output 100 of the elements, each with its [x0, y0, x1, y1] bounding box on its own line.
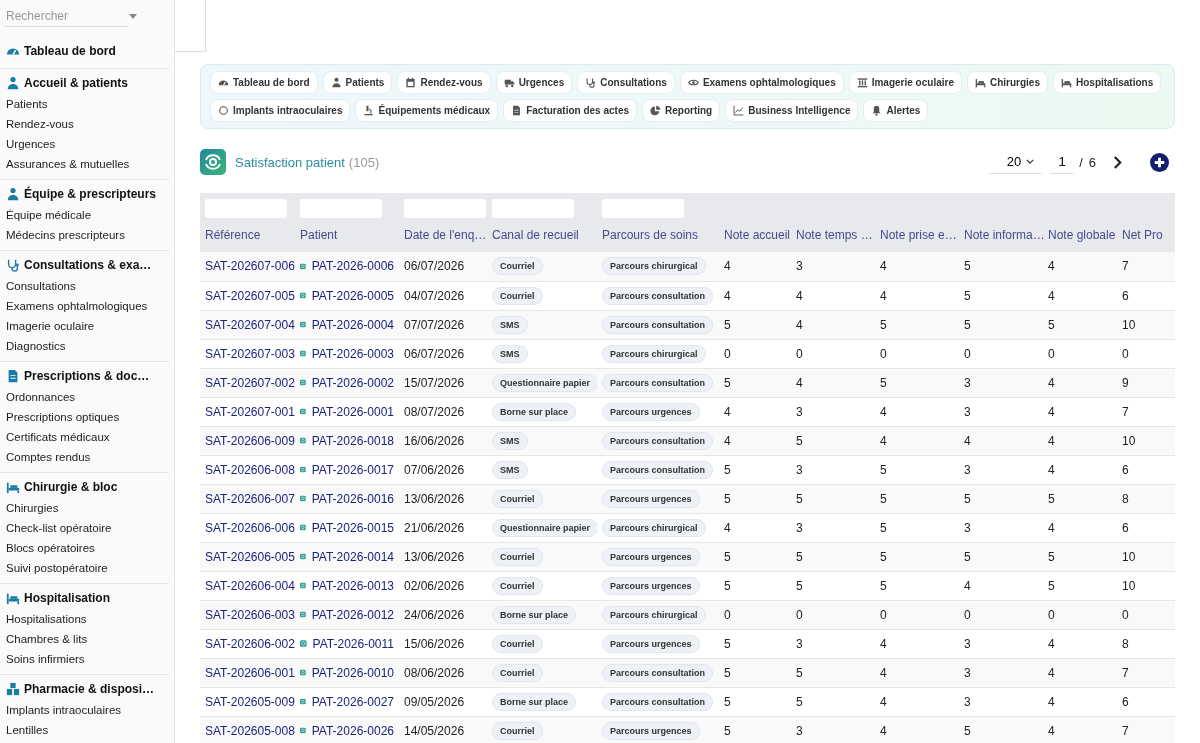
sidebar-item[interactable]: Assurances & mutuelles [0, 154, 169, 174]
reference-link[interactable]: SAT-202606-002 [200, 629, 295, 658]
reference-link[interactable]: SAT-202607-004 [200, 310, 295, 339]
column-header[interactable]: Parcours de soins [597, 223, 719, 252]
patient-link[interactable]: PAT-2026-0017 [311, 462, 394, 477]
sidebar-section-header[interactable]: Hospitalisation [0, 588, 169, 608]
sidebar-item[interactable]: Check-list opératoire [0, 518, 169, 538]
shortcut-button[interactable]: Tableau de bord [210, 71, 318, 94]
sidebar-item[interactable]: Comptes rendus [0, 447, 169, 467]
sidebar-item[interactable]: Chirurgies [0, 498, 169, 518]
sidebar-item[interactable]: Diagnostics [0, 336, 169, 356]
table-cell: 4 [875, 658, 959, 687]
sidebar-section-header[interactable]: Chirurgie & bloc [0, 477, 169, 497]
reference-link[interactable]: SAT-202607-001 [200, 397, 295, 426]
table-cell: 4 [1043, 368, 1117, 397]
column-header[interactable]: Patient [295, 223, 399, 252]
page-field[interactable]: 1 [1050, 150, 1075, 174]
shortcut-button[interactable]: Facturation des actes [503, 99, 637, 122]
sidebar-item[interactable]: Patients [0, 94, 169, 114]
patient-link[interactable]: PAT-2026-0027 [311, 694, 394, 709]
sidebar-section-header[interactable]: Équipe & prescripteurs [0, 184, 169, 204]
patient-link[interactable]: PAT-2026-0016 [311, 491, 394, 506]
sidebar-item[interactable]: Blocs opératoires [0, 538, 169, 558]
shortcut-button[interactable]: Chirurgies [966, 71, 1048, 94]
reference-link[interactable]: SAT-202607-005 [200, 281, 295, 310]
patient-link[interactable]: PAT-2026-0011 [312, 636, 394, 651]
column-header[interactable]: Note prise e… [875, 223, 959, 252]
patient-link[interactable]: PAT-2026-0012 [311, 607, 394, 622]
reference-link[interactable]: SAT-202607-002 [200, 368, 295, 397]
reference-link[interactable]: SAT-202606-004 [200, 571, 295, 600]
sidebar-item[interactable]: Examens ophtalmologiques [0, 296, 169, 316]
sidebar-section-header[interactable]: Consultations & exa… [0, 255, 169, 275]
sidebar-item[interactable]: Médecins prescripteurs [0, 225, 169, 245]
reference-link[interactable]: SAT-202606-009 [200, 426, 295, 455]
column-header[interactable]: Note temps … [791, 223, 875, 252]
reference-link[interactable]: SAT-202606-008 [200, 455, 295, 484]
shortcut-button[interactable]: Examens ophtalmologiques [679, 71, 844, 94]
column-header[interactable]: Canal de recueil [487, 223, 597, 252]
patient-link[interactable]: PAT-2026-0001 [311, 404, 394, 419]
shortcut-button[interactable]: Business Intelligence [725, 99, 859, 122]
next-page-icon[interactable] [1113, 155, 1122, 169]
patient-link[interactable]: PAT-2026-0014 [311, 549, 394, 564]
reference-link[interactable]: SAT-202606-001 [200, 658, 295, 687]
search-field[interactable]: Rechercher [5, 5, 129, 27]
sidebar-item[interactable]: Prescriptions optiques [0, 407, 169, 427]
sidebar-item[interactable]: Consultations [0, 276, 169, 296]
sidebar-item[interactable]: Imagerie oculaire [0, 316, 169, 336]
sidebar-item[interactable]: Soins infirmiers [0, 649, 169, 669]
sidebar-item[interactable]: Chambres & lits [0, 629, 169, 649]
patient-link[interactable]: PAT-2026-0002 [311, 375, 394, 390]
sidebar-item[interactable]: Ordonnances [0, 387, 169, 407]
patient-link[interactable]: PAT-2026-0026 [311, 723, 394, 738]
sidebar-section-header[interactable]: Pharmacie & disposi… [0, 679, 169, 699]
column-header[interactable]: Note globale [1043, 223, 1117, 252]
patient-link[interactable]: PAT-2026-0006 [311, 259, 394, 274]
reference-link[interactable]: SAT-202607-003 [200, 339, 295, 368]
patient-link[interactable]: PAT-2026-0010 [311, 665, 394, 680]
shortcut-button[interactable]: Patients [322, 71, 393, 94]
column-header[interactable]: Date de l'enq… [399, 223, 487, 252]
sidebar-section-header[interactable]: Prescriptions & doc… [0, 366, 169, 386]
reference-link[interactable]: SAT-202605-009 [200, 687, 295, 716]
sidebar-item[interactable]: Équipe médicale [0, 205, 169, 225]
sidebar-item[interactable]: Suivi postopératoire [0, 558, 169, 578]
patient-link[interactable]: PAT-2026-0004 [311, 317, 394, 332]
reference-link[interactable]: SAT-202606-003 [200, 600, 295, 629]
column-header[interactable]: Net Pro [1117, 223, 1175, 252]
sidebar-item[interactable]: Urgences [0, 134, 169, 154]
reference-link[interactable]: SAT-202606-007 [200, 484, 295, 513]
patient-link[interactable]: PAT-2026-0005 [311, 288, 394, 303]
reference-link[interactable]: SAT-202606-006 [200, 513, 295, 542]
reference-link[interactable]: SAT-202605-008 [200, 716, 295, 743]
sidebar-item[interactable]: Implants intraoculaires [0, 700, 169, 720]
sidebar-item[interactable]: Lentilles [0, 720, 169, 740]
shortcut-button[interactable]: Implants intraoculaires [210, 99, 351, 122]
shortcut-button[interactable]: Rendez-vous [397, 71, 491, 94]
patient-link[interactable]: PAT-2026-0013 [311, 578, 394, 593]
patient-link[interactable]: PAT-2026-0015 [311, 520, 394, 535]
shortcut-button[interactable]: Hospitalisations [1053, 71, 1162, 94]
sidebar-item[interactable]: Hospitalisations [0, 609, 169, 629]
sidebar-section-header[interactable]: Accueil & patients [0, 73, 169, 93]
patient-link[interactable]: PAT-2026-0018 [311, 433, 394, 448]
shortcut-button[interactable]: Reporting [642, 99, 721, 122]
shortcut-button[interactable]: Équipements médicaux [355, 99, 499, 122]
sidebar-item[interactable]: Certificats médicaux [0, 427, 169, 447]
reference-link[interactable]: SAT-202606-005 [200, 542, 295, 571]
add-icon[interactable] [1150, 152, 1169, 172]
shortcut-button[interactable]: Consultations [577, 71, 675, 94]
sidebar-section-header[interactable]: Tableau de bord [0, 41, 169, 61]
table-cell: 02/06/2026 [399, 571, 487, 600]
patient-link[interactable]: PAT-2026-0003 [311, 346, 394, 361]
shortcut-button[interactable]: Imagerie oculaire [848, 71, 962, 94]
table-cell: 7 [1117, 397, 1175, 426]
column-header[interactable]: Référence [200, 223, 295, 252]
column-header[interactable]: Note informa… [959, 223, 1043, 252]
page-size-select[interactable]: 20 [988, 150, 1043, 174]
column-header[interactable]: Note accueil [719, 223, 791, 252]
sidebar-item[interactable]: Rendez-vous [0, 114, 169, 134]
shortcut-button[interactable]: Urgences [495, 71, 573, 94]
reference-link[interactable]: SAT-202607-006 [200, 252, 295, 281]
shortcut-button[interactable]: Alertes [863, 99, 929, 122]
